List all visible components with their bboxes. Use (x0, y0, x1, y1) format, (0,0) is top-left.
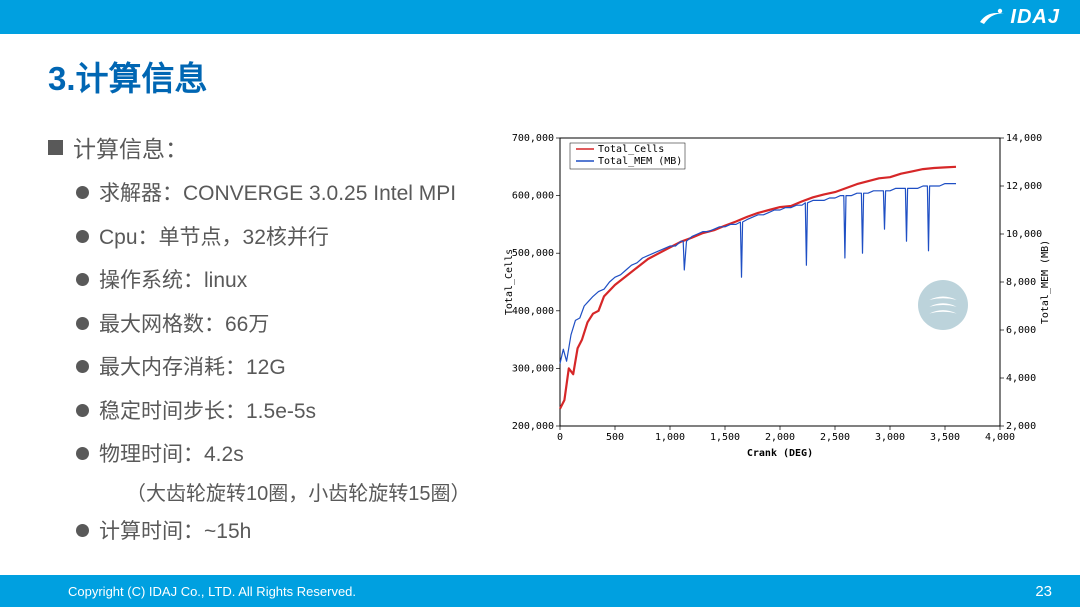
svg-text:0: 0 (557, 432, 563, 443)
svg-text:2,500: 2,500 (820, 432, 850, 443)
slide: IDAJ 3.计算信息 计算信息： 求解器：CONVERGE 3.0.25 In… (0, 0, 1080, 607)
list-item: 物理时间：4.2s (76, 439, 488, 471)
list-item: 求解器：CONVERGE 3.0.25 Intel MPI (76, 178, 488, 210)
svg-text:3,000: 3,000 (875, 432, 905, 443)
brand-text: IDAJ (1010, 6, 1060, 29)
disc-bullet-icon (76, 273, 89, 286)
list-item-text: 求解器：CONVERGE 3.0.25 Intel MPI (99, 178, 456, 210)
svg-text:700,000: 700,000 (512, 133, 554, 144)
svg-text:3,500: 3,500 (930, 432, 960, 443)
chart: 0 500 1,000 1,500 2,000 2,500 3,000 3,500 4,000 C… (498, 130, 1058, 460)
page-title: 3.计算信息 (48, 52, 1032, 100)
left-column: 计算信息： 求解器：CONVERGE 3.0.25 Intel MPI Cpu：单… (48, 130, 488, 559)
svg-text:10,000: 10,000 (1006, 229, 1042, 240)
brand-swoosh-icon (978, 8, 1006, 26)
disc-bullet-icon (76, 360, 89, 373)
svg-text:6,000: 6,000 (1006, 325, 1036, 336)
disc-bullet-icon (76, 404, 89, 417)
svg-text:1,000: 1,000 (655, 432, 685, 443)
svg-text:300,000: 300,000 (512, 363, 554, 374)
svg-text:8,000: 8,000 (1006, 277, 1036, 288)
svg-text:500: 500 (606, 432, 624, 443)
svg-text:600,000: 600,000 (512, 191, 554, 202)
section-label: 计算信息： (73, 130, 188, 164)
disc-bullet-icon (76, 186, 89, 199)
list-item-text: Cpu：单节点，32核并行 (99, 222, 329, 254)
list-item-text: 计算时间：~15h (99, 516, 251, 548)
svg-text:Crank (DEG): Crank (DEG) (747, 448, 813, 459)
svg-text:Total_MEM (MB): Total_MEM (MB) (598, 156, 682, 167)
svg-text:14,000: 14,000 (1006, 133, 1042, 144)
svg-text:2,000: 2,000 (765, 432, 795, 443)
right-column: 0 500 1,000 1,500 2,000 2,500 3,000 3,500 4,000 C… (498, 130, 1060, 480)
list-item: 最大内存消耗：12G (76, 352, 488, 384)
svg-text:12,000: 12,000 (1006, 181, 1042, 192)
svg-text:Total_MEM (MB): Total_MEM (MB) (1040, 240, 1051, 324)
top-bar: IDAJ (0, 0, 1080, 34)
copyright-text: Copyright (C) IDAJ Co., LTD. All Rights … (68, 584, 356, 599)
page-number: 23 (1035, 583, 1052, 600)
brand-logo: IDAJ (978, 6, 1060, 29)
disc-bullet-icon (76, 230, 89, 243)
list-item: 最大网格数：66万 (76, 309, 488, 341)
svg-text:500,000: 500,000 (512, 248, 554, 259)
list-item: 稳定时间步长：1.5e-5s (76, 396, 488, 428)
footer: Copyright (C) IDAJ Co., LTD. All Rights … (0, 575, 1080, 607)
list-item-text: 物理时间：4.2s (99, 439, 244, 471)
bullet-list: 求解器：CONVERGE 3.0.25 Intel MPI Cpu：单节点，32核… (76, 178, 488, 547)
list-item: Cpu：单节点，32核并行 (76, 222, 488, 254)
watermark-icon (918, 280, 968, 330)
body-row: 计算信息： 求解器：CONVERGE 3.0.25 Intel MPI Cpu：单… (0, 100, 1080, 559)
list-item-text: 稳定时间步长：1.5e-5s (99, 396, 316, 428)
title-row: 3.计算信息 (0, 34, 1080, 100)
svg-text:200,000: 200,000 (512, 421, 554, 432)
disc-bullet-icon (76, 524, 89, 537)
svg-text:4,000: 4,000 (985, 432, 1015, 443)
list-item: 操作系统：linux (76, 265, 488, 297)
disc-bullet-icon (76, 317, 89, 330)
square-bullet-icon (48, 140, 63, 155)
list-item-text: 最大内存消耗：12G (99, 352, 286, 384)
list-item: 计算时间：~15h (76, 516, 488, 548)
chart-svg: 0 500 1,000 1,500 2,000 2,500 3,000 3,500 4,000 C… (498, 130, 1058, 460)
paren-note: （大齿轮旋转10圈，小齿轮旋转15圈） (126, 477, 488, 506)
svg-text:2,000: 2,000 (1006, 421, 1036, 432)
svg-text:1,500: 1,500 (710, 432, 740, 443)
svg-text:Total_Cells: Total_Cells (598, 144, 664, 155)
svg-text:Total_Cells: Total_Cells (504, 249, 515, 315)
list-item-text: 操作系统：linux (99, 265, 247, 297)
svg-text:4,000: 4,000 (1006, 373, 1036, 384)
svg-text:400,000: 400,000 (512, 306, 554, 317)
section-heading: 计算信息： (48, 130, 488, 164)
list-item-text: 最大网格数：66万 (99, 309, 269, 341)
disc-bullet-icon (76, 447, 89, 460)
